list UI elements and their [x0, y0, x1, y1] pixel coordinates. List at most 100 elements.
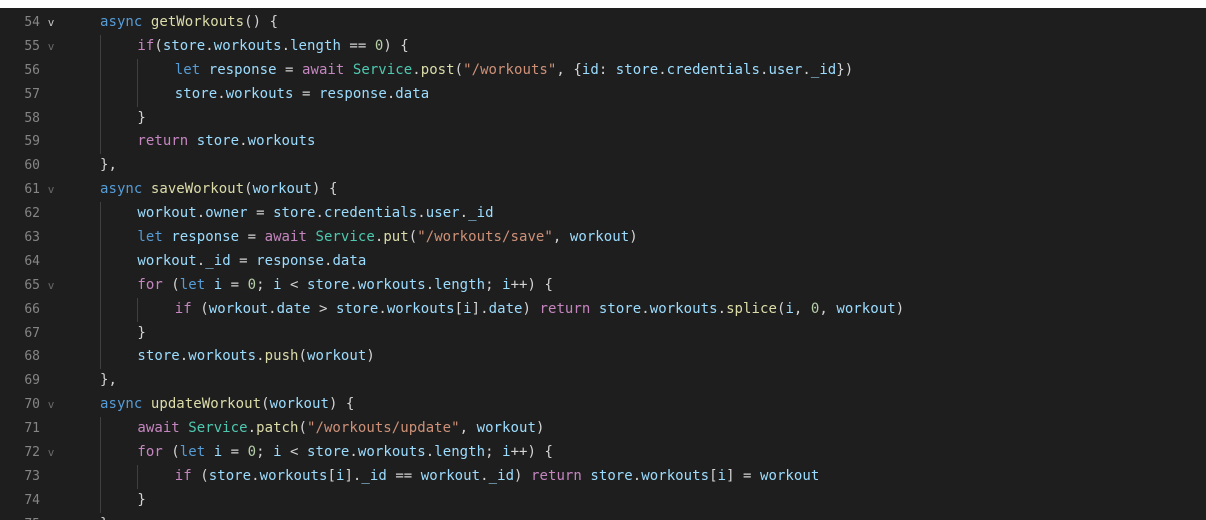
- code-text: workout.owner = store.credentials.user._…: [137, 202, 493, 226]
- code-token: store: [590, 467, 633, 484]
- code-token: return: [531, 467, 591, 484]
- code-token: let: [179, 444, 214, 461]
- code-token: .: [205, 37, 214, 54]
- code-token: i: [502, 444, 511, 461]
- code-token: await: [302, 61, 353, 78]
- indent-guide: [100, 58, 101, 83]
- code-token: workout: [208, 300, 269, 317]
- code-text: for (let i = 0; i < store.workouts.lengt…: [137, 274, 553, 298]
- code-token: workouts: [649, 300, 718, 317]
- code-token: .: [247, 420, 257, 437]
- code-line[interactable]: 59 return store.workouts: [0, 130, 1206, 155]
- code-token: store: [208, 467, 252, 484]
- code-text: return store.workouts: [137, 130, 315, 154]
- line-number: 71: [24, 421, 40, 437]
- chevron-down-icon[interactable]: v: [44, 393, 58, 417]
- line-number: 74: [24, 492, 40, 508]
- code-text: if (store.workouts[i]._id == workout._id…: [175, 465, 820, 489]
- code-line[interactable]: 68 store.workouts.push(workout): [0, 345, 1206, 370]
- code-line[interactable]: 71 await Service.patch("/workouts/update"…: [0, 417, 1206, 442]
- code-line[interactable]: 64 workout._id = response.data: [0, 249, 1206, 274]
- indent-guide: [100, 202, 101, 227]
- code-token: _id: [810, 61, 837, 78]
- code-token: ): [522, 300, 540, 317]
- code-token: store: [174, 85, 218, 102]
- code-line[interactable]: 69},: [0, 369, 1206, 393]
- code-token: i: [273, 276, 282, 293]
- code-token: ): [895, 300, 905, 317]
- code-token: ++) {: [510, 444, 553, 461]
- indent-guide: [100, 130, 101, 155]
- code-token: workouts: [188, 348, 257, 365]
- code-token: workouts: [386, 300, 455, 317]
- indent-guide: [100, 417, 101, 442]
- chevron-down-icon[interactable]: v: [44, 178, 58, 202]
- code-token: (: [191, 467, 209, 484]
- code-token: ,: [793, 300, 811, 317]
- code-line[interactable]: 66 if (workout.date > store.workouts[i].d…: [0, 297, 1206, 322]
- code-line[interactable]: 54 v async getWorkouts() {: [0, 11, 1206, 35]
- code-token: workout: [137, 205, 197, 222]
- code-token: date: [488, 300, 523, 317]
- code-line[interactable]: 63 let response = await Service.put("/wor…: [0, 226, 1206, 250]
- code-token: },: [100, 516, 117, 520]
- code-line[interactable]: 57 store.workouts = response.data: [0, 82, 1206, 107]
- code-token: =: [230, 252, 257, 269]
- code-token: .: [349, 444, 358, 461]
- indent-guide: [100, 464, 101, 489]
- indent-guide: [100, 321, 101, 346]
- code-line[interactable]: 56 let response = await Service.post("/wo…: [0, 58, 1206, 83]
- code-line[interactable]: 72 v for (let i = 0; i < store.workouts.le…: [0, 441, 1206, 465]
- code-token: response: [171, 229, 240, 246]
- chevron-down-icon[interactable]: v: [44, 35, 58, 59]
- code-line[interactable]: 70 v async updateWorkout(workout) {: [0, 393, 1206, 417]
- code-line[interactable]: 73 if (store.workouts[i]._id == workout._…: [0, 464, 1206, 489]
- code-token: if: [137, 37, 155, 54]
- line-number: 73: [24, 468, 40, 484]
- chevron-down-icon[interactable]: v: [44, 274, 58, 298]
- line-number: 68: [24, 349, 40, 365]
- code-line[interactable]: 75},: [0, 513, 1206, 520]
- code-token: post: [420, 61, 455, 78]
- code-line[interactable]: 74}: [0, 488, 1206, 513]
- code-token: store: [162, 37, 206, 54]
- code-line[interactable]: 61 v async saveWorkout(workout) {: [0, 178, 1206, 202]
- code-token: () {: [244, 14, 279, 30]
- code-token: ++) {: [510, 276, 553, 293]
- chevron-down-icon[interactable]: v: [44, 441, 58, 465]
- code-token: [: [454, 300, 464, 317]
- code-token: splice: [726, 300, 777, 317]
- code-token: store: [335, 300, 379, 317]
- code-token: .: [641, 300, 650, 317]
- code-token: "/workouts/update": [307, 420, 460, 437]
- code-token: store: [307, 276, 350, 293]
- code-token: .: [256, 348, 265, 365]
- code-line[interactable]: 62 workout.owner = store.credentials.user…: [0, 202, 1206, 227]
- code-editor[interactable]: 54 v async getWorkouts() {55 v if(store.work…: [0, 0, 1206, 520]
- code-token: }: [137, 109, 146, 126]
- code-line[interactable]: 67}: [0, 321, 1206, 346]
- code-token: .: [281, 37, 291, 54]
- code-token: }: [137, 324, 146, 341]
- code-text: store.workouts.push(workout): [137, 345, 374, 369]
- code-token: workout: [137, 252, 197, 269]
- code-line[interactable]: 60},: [0, 154, 1206, 178]
- code-line[interactable]: 65 v for (let i = 0; i < store.workouts.le…: [0, 273, 1206, 298]
- code-token: workout: [269, 396, 329, 413]
- line-number: 61: [24, 182, 40, 198]
- code-token: i: [273, 444, 282, 461]
- code-token: >: [310, 300, 336, 317]
- code-token: (: [454, 61, 464, 78]
- code-token: await: [137, 420, 189, 437]
- code-token: user: [425, 205, 460, 222]
- code-token: ].: [471, 300, 489, 317]
- code-token: ,: [459, 420, 477, 437]
- code-token: owner: [205, 205, 248, 222]
- code-line[interactable]: 58}: [0, 106, 1206, 131]
- code-token: =: [222, 276, 248, 293]
- chevron-down-icon[interactable]: v: [44, 11, 58, 35]
- code-token: (: [298, 420, 307, 437]
- code-line[interactable]: 55 v if(store.workouts.length == 0) {: [0, 34, 1206, 59]
- line-number: 54: [24, 15, 40, 30]
- code-token: , {: [556, 61, 582, 78]
